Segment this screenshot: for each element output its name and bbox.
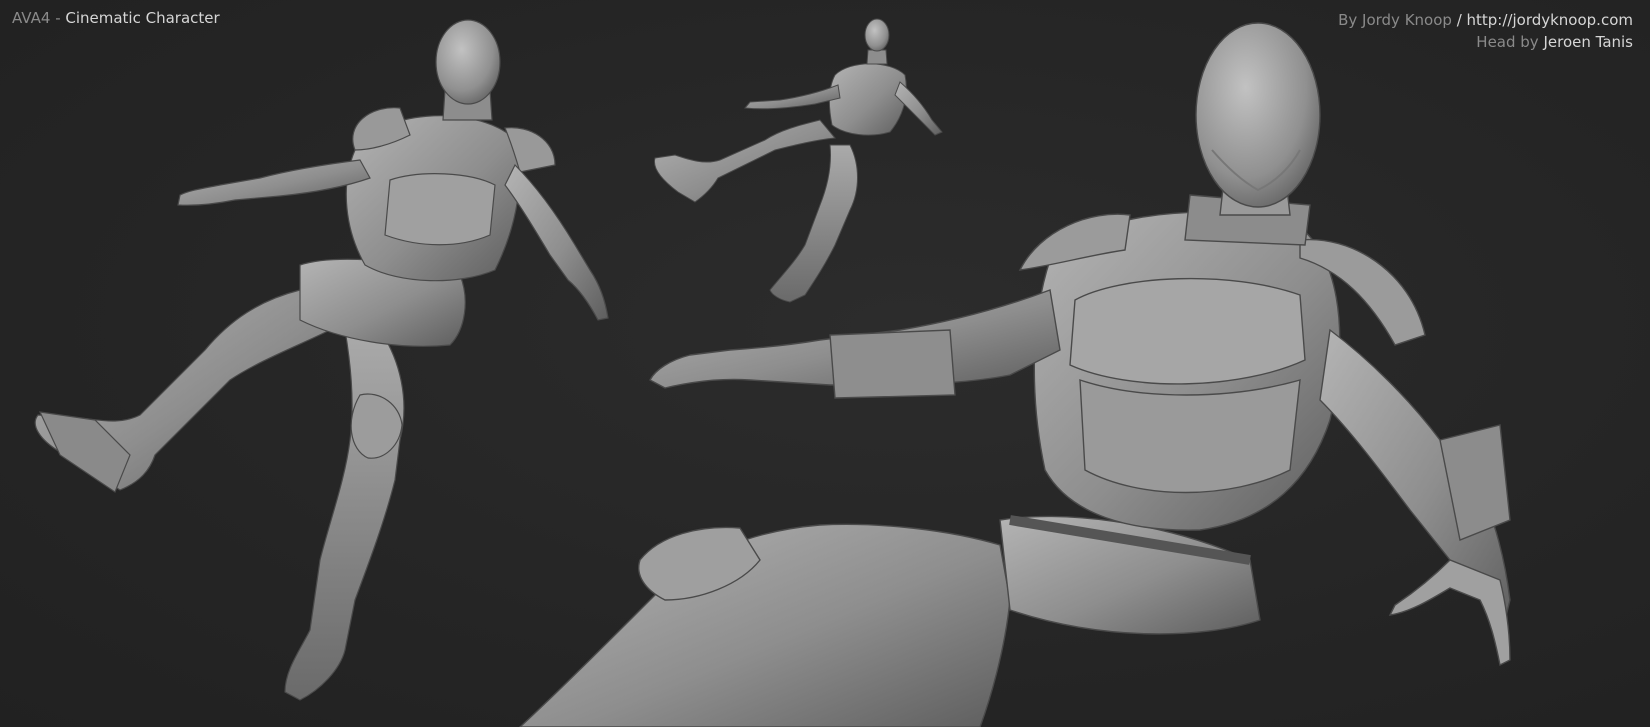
render-canvas: AVA4 - Cinematic Character By Jordy Knoo… xyxy=(0,0,1650,727)
figure-small-top xyxy=(653,18,943,303)
figure-left xyxy=(34,19,609,701)
figure-closeup-right xyxy=(518,22,1511,727)
sculpt-renders xyxy=(34,18,1511,727)
